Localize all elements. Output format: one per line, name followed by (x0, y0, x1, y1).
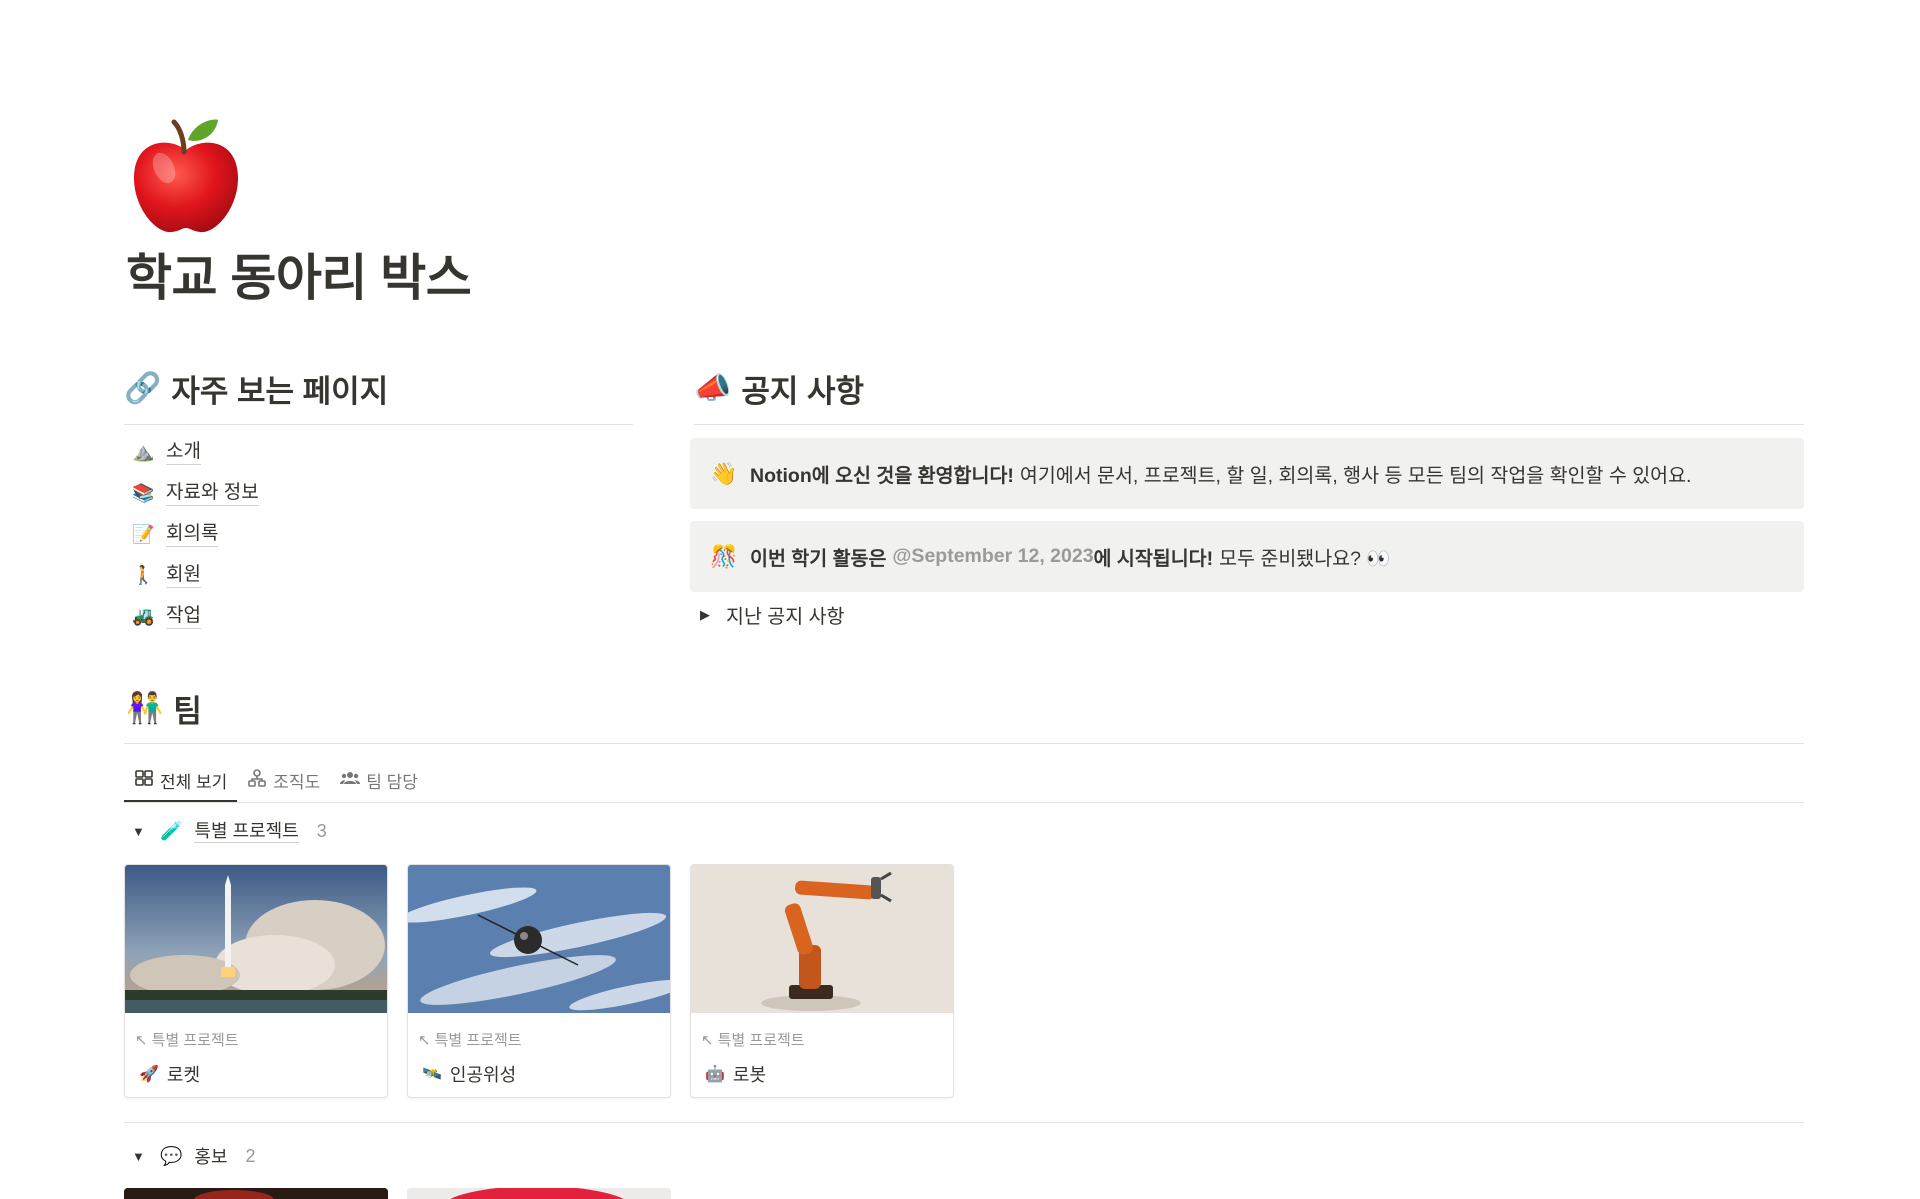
callout-bold-text: 이번 학기 활동은 (750, 548, 887, 570)
card-relation: ↖ 특별 프로젝트 (701, 1029, 805, 1050)
tab-org-chart[interactable]: 조직도 (237, 758, 330, 802)
card-relation-label: 특별 프로젝트 (434, 1032, 522, 1049)
card-title-text: 인공위성 (449, 1065, 517, 1085)
group-count: 3 (316, 821, 327, 841)
rocket-cover-image (125, 865, 387, 1013)
card-title-text: 로봇 (732, 1065, 767, 1085)
card-title: 🤖 로봇 (705, 1061, 766, 1087)
speech-bubble-icon: 💬 (160, 1145, 183, 1166)
rocket-icon: 🚀 (139, 1066, 159, 1083)
date-mention[interactable]: @September 12, 2023 (892, 545, 1093, 568)
frequent-pages-heading: 🔗 자주 보는 페이지 (124, 366, 388, 411)
books-icon: 📚 (132, 483, 155, 503)
link-item-label: 회원 (166, 563, 201, 588)
welcome-callout[interactable]: 👋 Notion에 오신 것을 환영합니다! 여기에서 문서, 프로젝트, 할 … (690, 438, 1804, 509)
toggle-label: 지난 공지 사항 (726, 606, 845, 628)
divider (124, 1122, 1804, 1123)
team-heading: 👫 팀 (126, 686, 202, 731)
view-tabs: 전체 보기 조직도 팀 담당 (124, 758, 428, 802)
satellite-cover-image (408, 865, 670, 1013)
toggle-triangle-icon[interactable]: ▶ (700, 607, 710, 623)
robot-arm-cover-image (691, 865, 953, 1013)
card-title-text: 로켓 (166, 1065, 201, 1085)
group-header-special-projects[interactable]: ▼ 🧪 특별 프로젝트 3 (132, 820, 327, 843)
people-icon (340, 768, 361, 793)
semester-callout[interactable]: 🎊 이번 학기 활동은 @September 12, 2023 에 시작됩니다!… (690, 521, 1804, 592)
callout-bold-text: 에 시작됩니다! (1093, 548, 1214, 570)
confetti-icon: 🎊 (710, 543, 738, 569)
frequent-pages-list: ⛰️ 소개 📚 자료와 정보 📝 회의록 🚶 회원 🚜 작업 (128, 432, 628, 637)
arrow-up-left-icon: ↖ (135, 1031, 148, 1049)
divider (694, 424, 1804, 425)
gallery-card-rocket[interactable]: ↖ 특별 프로젝트 🚀 로켓 (124, 864, 388, 1098)
page-apple-icon[interactable] (128, 116, 244, 236)
callout-bold-text: Notion에 오신 것을 환영합니다! (750, 465, 1014, 487)
link-item-label: 작업 (166, 604, 201, 629)
callout-text: 모두 준비됐나요? 👀 (1219, 548, 1391, 570)
page-title[interactable]: 학교 동아리 박스 (126, 238, 472, 310)
robot-icon: 🤖 (705, 1066, 725, 1083)
card-relation-label: 특별 프로젝트 (717, 1032, 805, 1049)
collapse-triangle-icon[interactable]: ▼ (132, 1149, 148, 1164)
card-title: 🚀 로켓 (139, 1061, 200, 1087)
link-item-meeting-notes[interactable]: 📝 회의록 (128, 514, 628, 555)
gallery-card-robot[interactable]: ↖ 특별 프로젝트 🤖 로봇 (690, 864, 954, 1098)
card-relation: ↖ 특별 프로젝트 (135, 1029, 239, 1050)
mountain-icon: ⛰️ (132, 442, 155, 462)
group-header-promotion[interactable]: ▼ 💬 홍보 2 (132, 1143, 256, 1169)
callout-text: 여기에서 문서, 프로젝트, 할 일, 회의록, 행사 등 모든 팀의 작업을 … (1019, 465, 1692, 487)
people-holding-hands-icon: 👫 (126, 691, 164, 725)
frequent-pages-heading-text: 자주 보는 페이지 (171, 374, 389, 409)
divider (124, 424, 633, 425)
notice-heading-text: 공지 사항 (741, 374, 865, 409)
tractor-icon: 🚜 (132, 606, 155, 626)
past-notices-toggle[interactable]: ▶ 지난 공지 사항 (700, 600, 844, 629)
divider (124, 802, 1804, 803)
tab-label: 전체 보기 (160, 772, 228, 792)
link-item-label: 자료와 정보 (166, 481, 259, 506)
gallery-card-partial[interactable] (124, 1188, 388, 1199)
arrow-up-left-icon: ↖ (418, 1031, 431, 1049)
collapse-triangle-icon[interactable]: ▼ (132, 824, 148, 839)
link-item-label: 소개 (166, 440, 201, 465)
arrow-up-left-icon: ↖ (701, 1031, 714, 1049)
team-heading-text: 팀 (173, 694, 202, 729)
group-count: 2 (245, 1145, 256, 1166)
card-title: 🛰️ 인공위성 (422, 1061, 516, 1087)
link-item-members[interactable]: 🚶 회원 (128, 555, 628, 596)
link-item-resources[interactable]: 📚 자료와 정보 (128, 473, 628, 514)
tab-all-view[interactable]: 전체 보기 (124, 758, 238, 802)
test-tube-icon: 🧪 (160, 821, 183, 841)
walking-person-icon: 🚶 (132, 565, 155, 585)
link-item-intro[interactable]: ⛰️ 소개 (128, 432, 628, 473)
link-item-label: 회의록 (166, 522, 219, 547)
gallery-card-partial[interactable] (407, 1188, 671, 1199)
link-item-tasks[interactable]: 🚜 작업 (128, 596, 628, 637)
card-relation: ↖ 특별 프로젝트 (418, 1029, 522, 1050)
notice-heading: 📣 공지 사항 (694, 366, 864, 411)
satellite-icon: 🛰️ (422, 1066, 442, 1083)
tab-team-owner[interactable]: 팀 담당 (330, 758, 428, 802)
gallery-card-satellite[interactable]: ↖ 특별 프로젝트 🛰️ 인공위성 (407, 864, 671, 1098)
memo-icon: 📝 (132, 524, 155, 544)
divider (124, 743, 1804, 744)
card-relation-label: 특별 프로젝트 (151, 1032, 239, 1049)
link-icon: 🔗 (124, 371, 162, 405)
tab-label: 팀 담당 (366, 772, 418, 792)
waving-hand-icon: 👋 (710, 460, 738, 486)
group-label: 특별 프로젝트 (194, 821, 299, 843)
megaphone-icon: 📣 (694, 371, 732, 405)
gallery-icon (134, 768, 154, 793)
org-chart-icon (247, 768, 267, 793)
tab-label: 조직도 (273, 772, 321, 792)
group-label: 홍보 (194, 1147, 228, 1167)
